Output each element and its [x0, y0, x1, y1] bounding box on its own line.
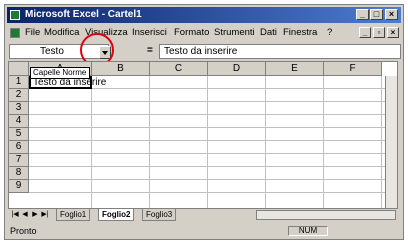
last-sheet-button[interactable]: ▶|	[40, 210, 50, 220]
gridline	[29, 114, 397, 115]
row-header-7[interactable]: 7	[9, 154, 29, 167]
row-header-9[interactable]: 9	[9, 180, 29, 193]
formula-input[interactable]: Testo da inserire	[159, 44, 401, 59]
status-bar: Pronto NUM	[6, 226, 402, 237]
row-header-6[interactable]: 6	[9, 141, 29, 154]
num-lock-indicator: NUM	[288, 226, 328, 236]
row-header-4[interactable]: 4	[9, 115, 29, 128]
menu-bar: File Modifica Visualizza Inserisci Forma…	[7, 25, 401, 41]
title-bar[interactable]: Microsoft Excel - Cartel1 _ □ ×	[7, 7, 401, 23]
gridline	[207, 76, 208, 208]
sheet-tab-foglio2[interactable]: Foglio2	[98, 209, 135, 221]
style-dropdown-list[interactable]: Capelle Norme	[30, 67, 90, 79]
gridline	[29, 166, 397, 167]
gridline	[29, 192, 397, 193]
column-header-c[interactable]: C	[150, 62, 208, 76]
column-header-e[interactable]: E	[266, 62, 324, 76]
menu-strumenti[interactable]: Strumenti	[214, 25, 255, 41]
worksheet-grid[interactable]: A B C D E F 1 2 3 4 5 6 7 8 9 Testo da i…	[8, 61, 398, 209]
formula-bar: Testo = Testo da inserire	[7, 43, 401, 61]
equals-sign[interactable]: =	[147, 44, 153, 58]
gridline	[381, 76, 382, 208]
doc-restore-button[interactable]: ▫	[373, 27, 385, 38]
close-button[interactable]: ×	[385, 9, 398, 20]
sheet-tab-bar: |◀ ◀ ▶ ▶| Foglio1 Foglio2 Foglio3	[8, 209, 398, 221]
row-header-5[interactable]: 5	[9, 128, 29, 141]
menu-formato[interactable]: Formato	[174, 25, 209, 41]
gridline	[29, 101, 397, 102]
excel-app-icon[interactable]	[10, 10, 20, 20]
menu-modifica[interactable]: Modifica	[44, 25, 79, 41]
row-header-3[interactable]: 3	[9, 102, 29, 115]
style-name: Testo	[40, 46, 64, 57]
minimize-button[interactable]: _	[356, 9, 369, 20]
gridline	[323, 76, 324, 208]
row-header-2[interactable]: 2	[9, 89, 29, 102]
menu-help[interactable]: ?	[327, 25, 332, 41]
column-header-b[interactable]: B	[92, 62, 150, 76]
horizontal-scrollbar[interactable]	[256, 210, 396, 220]
maximize-button[interactable]: □	[370, 9, 383, 20]
menu-inserisci[interactable]: Inserisci	[132, 25, 167, 41]
gridline	[149, 76, 150, 208]
next-sheet-button[interactable]: ▶	[30, 210, 40, 220]
gridline	[29, 179, 397, 180]
menu-finestra[interactable]: Finestra	[283, 25, 317, 41]
gridline	[29, 127, 397, 128]
gridline	[91, 76, 92, 208]
sheet-tab-foglio3[interactable]: Foglio3	[142, 209, 177, 221]
gridline	[29, 140, 397, 141]
sheet-tab-foglio1[interactable]: Foglio1	[56, 209, 91, 221]
workbook-icon[interactable]	[10, 28, 20, 38]
menu-file[interactable]: File	[25, 25, 40, 41]
doc-close-button[interactable]: ×	[387, 27, 399, 38]
first-sheet-button[interactable]: |◀	[10, 210, 20, 220]
column-header-f[interactable]: F	[324, 62, 382, 76]
column-header-d[interactable]: D	[208, 62, 266, 76]
vertical-scrollbar[interactable]	[385, 76, 397, 208]
gridline	[265, 76, 266, 208]
window-title: Microsoft Excel - Cartel1	[25, 9, 142, 20]
gridline	[29, 153, 397, 154]
prev-sheet-button[interactable]: ◀	[20, 210, 30, 220]
select-all-corner[interactable]	[9, 62, 29, 76]
menu-dati[interactable]: Dati	[260, 25, 277, 41]
status-text: Pronto	[10, 226, 37, 236]
row-header-8[interactable]: 8	[9, 167, 29, 180]
row-header-1[interactable]: 1	[9, 76, 29, 89]
doc-minimize-button[interactable]: _	[359, 27, 371, 38]
